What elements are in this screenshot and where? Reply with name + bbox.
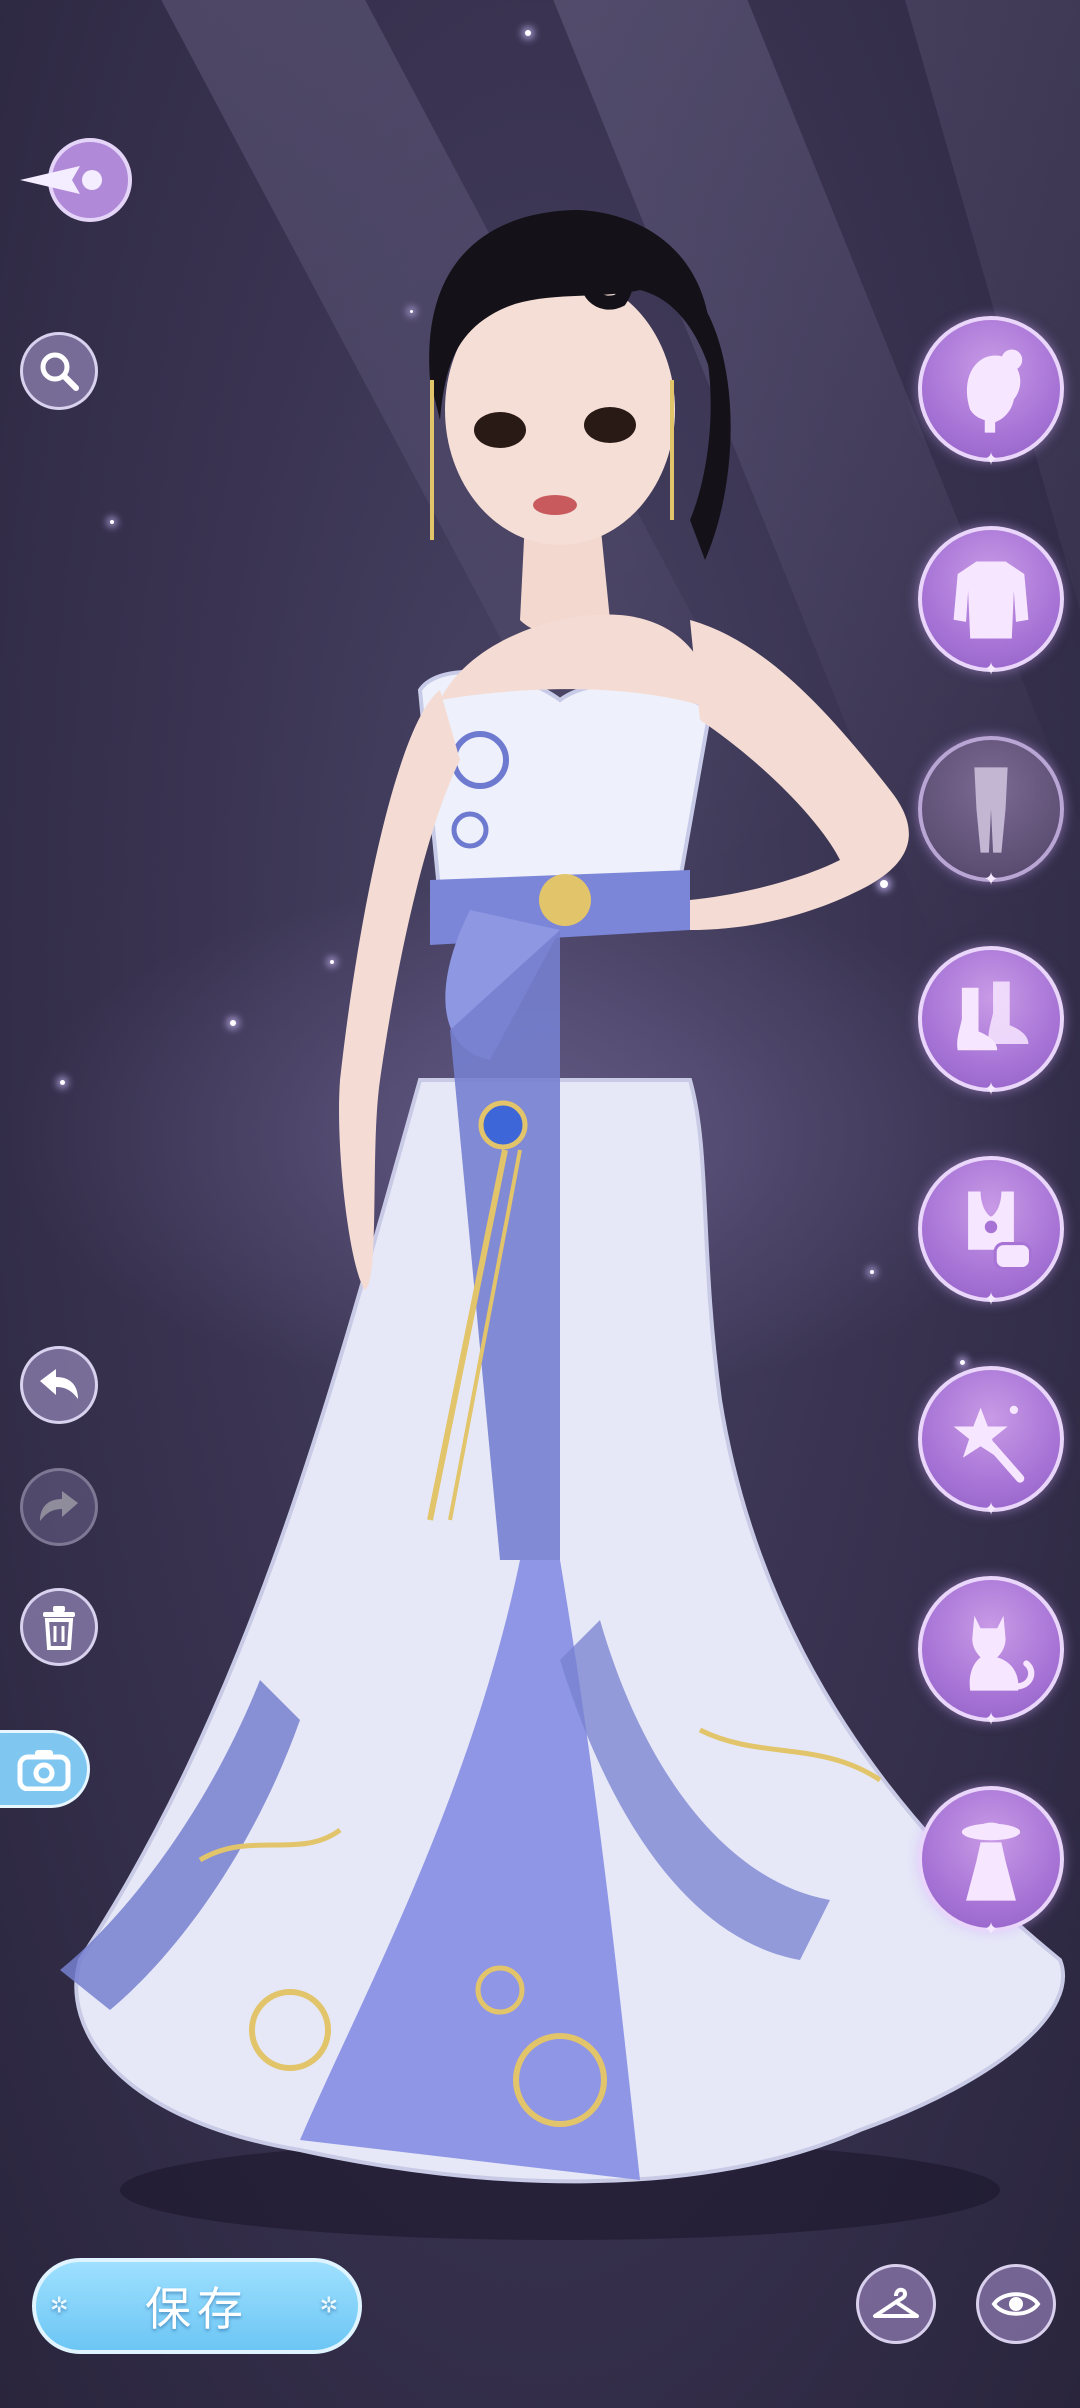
search-button[interactable] — [20, 332, 98, 410]
accessory-icon — [968, 1191, 1033, 1271]
camera-icon — [17, 1750, 70, 1791]
category-top[interactable]: ✦ — [918, 526, 1064, 680]
sparkle-left-icon: ✲ — [50, 2293, 75, 2319]
star-deco-icon: ✦ — [983, 659, 999, 680]
full-outfit-icon — [961, 1822, 1021, 1901]
game-scene — [0, 0, 1080, 2408]
star-deco-icon: ✦ — [983, 1079, 999, 1100]
delete-button[interactable] — [20, 1588, 98, 1666]
category-full-outfit[interactable]: ✦ — [918, 1786, 1064, 1940]
undo-button[interactable] — [20, 1346, 98, 1424]
redo-icon — [40, 1491, 78, 1521]
pet-cat-icon — [969, 1615, 1035, 1691]
character-model — [60, 210, 1066, 2240]
camera-button[interactable] — [0, 1730, 90, 1808]
star-deco-icon: ✦ — [983, 1499, 999, 1520]
preview-button[interactable] — [976, 2264, 1056, 2344]
star-deco-icon: ✦ — [983, 1919, 999, 1940]
category-legwear[interactable]: ✦ — [918, 736, 1064, 890]
undo-icon — [40, 1369, 78, 1399]
category-hair[interactable]: ✦ — [918, 316, 1064, 470]
trash-icon — [43, 1606, 75, 1650]
shoes-icon — [957, 981, 1029, 1051]
star-deco-icon: ✦ — [983, 449, 999, 470]
eye-icon — [991, 2292, 1041, 2316]
category-accessory[interactable]: ✦ — [918, 1156, 1064, 1310]
wardrobe-button[interactable] — [856, 2264, 936, 2344]
hair-icon — [966, 349, 1023, 433]
category-shoes[interactable]: ✦ — [918, 946, 1064, 1100]
search-icon — [40, 352, 79, 391]
legwear-icon — [974, 767, 1008, 853]
save-button-label: 保存 — [145, 2282, 249, 2336]
category-pet[interactable]: ✦ — [918, 1576, 1064, 1730]
top-icon — [953, 561, 1029, 639]
back-button[interactable] — [14, 136, 132, 226]
sparkle-right-icon: ✲ — [319, 2293, 344, 2319]
save-button[interactable]: ✲ 保存 ✲ — [32, 2258, 362, 2354]
hanger-icon — [873, 2287, 919, 2318]
magic-wand-icon — [953, 1405, 1025, 1483]
star-deco-icon: ✦ — [983, 869, 999, 890]
back-arrow-icon — [20, 138, 132, 222]
star-deco-icon: ✦ — [983, 1289, 999, 1310]
category-magic[interactable]: ✦ — [918, 1366, 1064, 1520]
star-deco-icon: ✦ — [983, 1709, 999, 1730]
redo-button[interactable] — [20, 1468, 98, 1546]
